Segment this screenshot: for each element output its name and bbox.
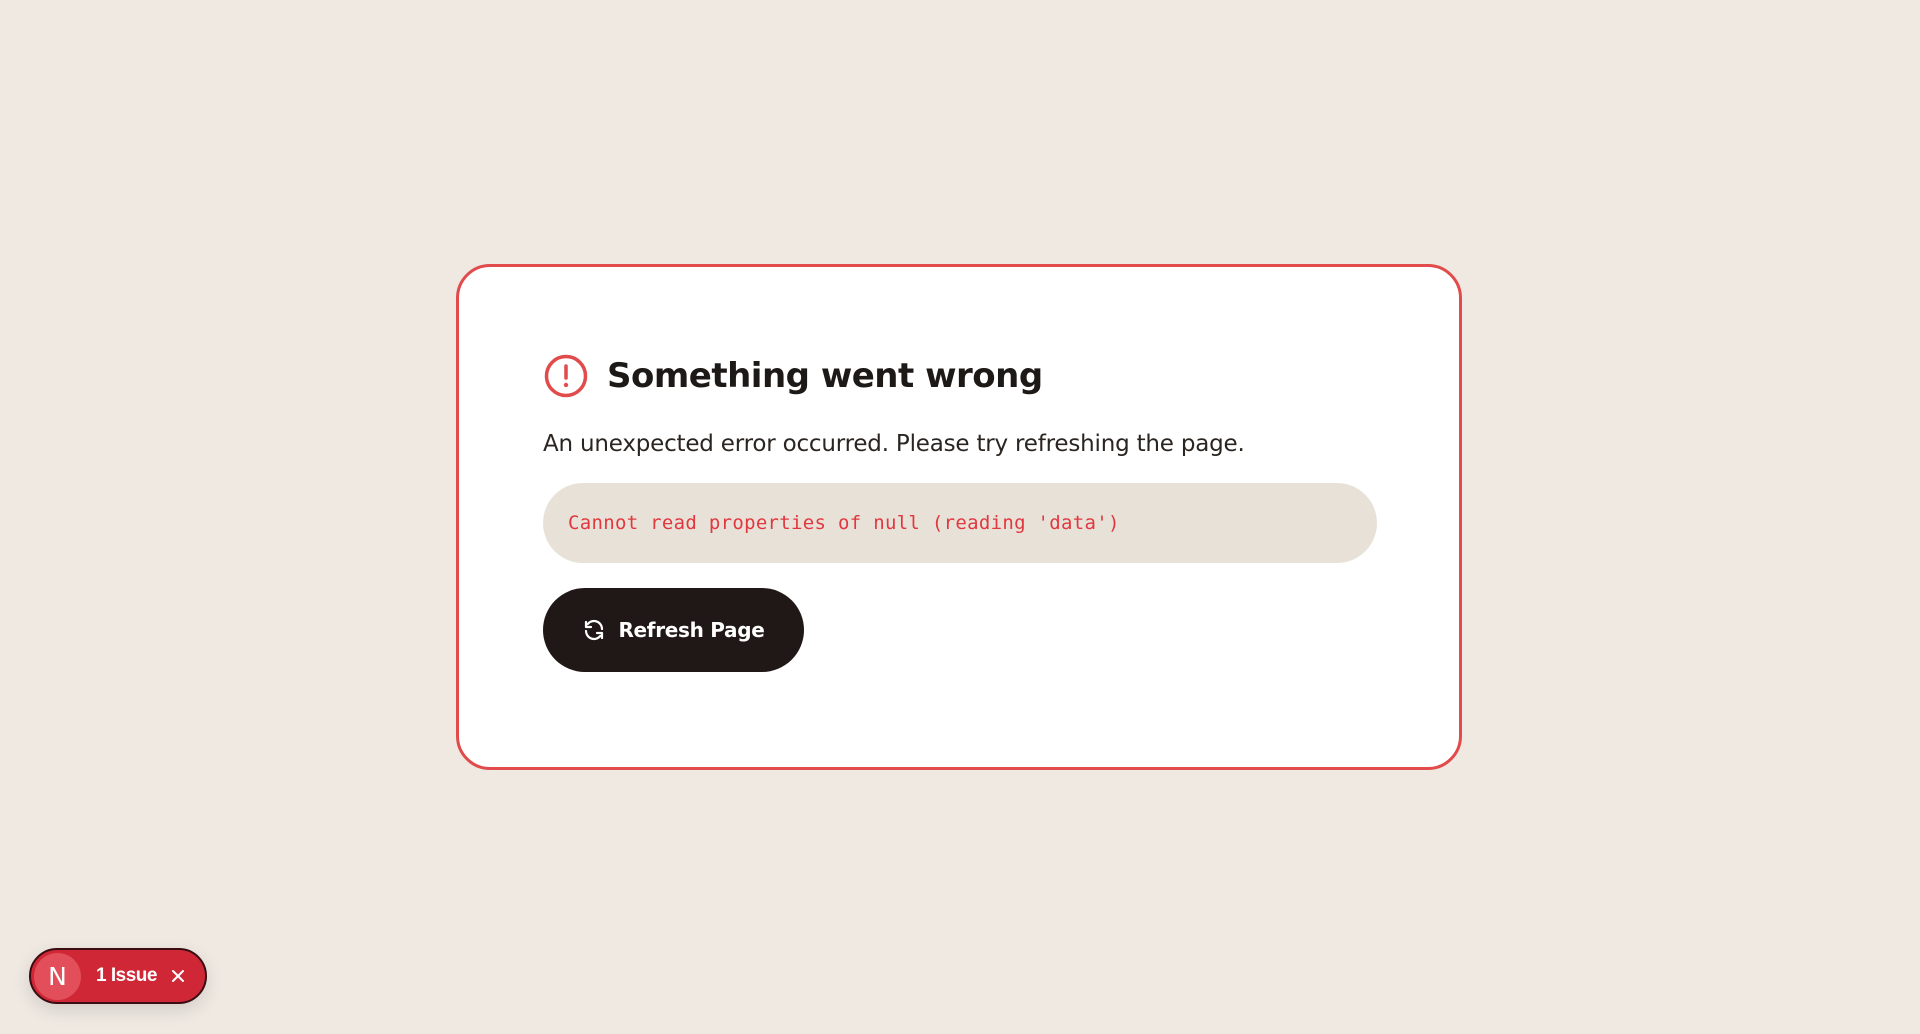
refresh-page-label: Refresh Page [618,618,765,642]
refresh-page-button[interactable]: Refresh Page [543,588,804,672]
alert-circle-icon [543,353,589,399]
error-title-row: Something went wrong [543,353,1375,399]
refresh-icon [582,618,606,642]
error-description: An unexpected error occurred. Please try… [543,431,1245,457]
error-message: Cannot read properties of null (reading … [568,512,1120,534]
error-card: Something went wrong An unexpected error… [456,264,1462,770]
page-title: Something went wrong [607,356,1043,396]
dev-issues-indicator[interactable]: N 1 Issue [29,948,207,1004]
error-page: Something went wrong An unexpected error… [0,0,1920,1034]
next-logo-badge[interactable]: N [34,952,81,1000]
close-icon[interactable] [170,968,186,984]
error-details-box: Cannot read properties of null (reading … [543,483,1377,563]
issue-count-label[interactable]: 1 Issue [96,965,157,987]
